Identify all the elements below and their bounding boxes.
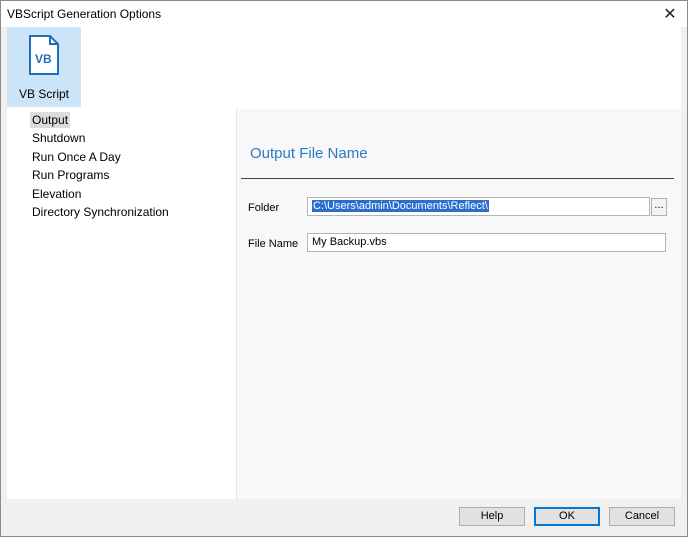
nav-item-output[interactable]: Output — [30, 112, 71, 128]
vb-script-file-icon: VB — [29, 35, 59, 75]
vb-script-button[interactable]: VB VB Script — [7, 27, 81, 107]
cancel-button[interactable]: Cancel — [609, 507, 675, 526]
nav-item-shutdown[interactable]: Shutdown — [30, 130, 87, 146]
help-button[interactable]: Help — [459, 507, 525, 526]
nav-item-elevation[interactable]: Elevation — [30, 186, 83, 202]
dialog-window: VBScript Generation Options ✕ VB VB Scri… — [0, 0, 688, 537]
nav-item-run-once-a-day[interactable]: Run Once A Day — [30, 149, 123, 165]
vb-script-label: VB Script — [18, 87, 69, 101]
toolbar: VB VB Script — [7, 27, 681, 109]
nav-item-directory-synchronization[interactable]: Directory Synchronization — [30, 204, 171, 220]
folder-value: C:\Users\admin\Documents\Reflect\ — [312, 200, 489, 212]
options-nav: Output Shutdown Run Once A Day Run Progr… — [7, 109, 237, 499]
dialog-footer: Help OK Cancel — [7, 499, 681, 535]
vb-icon-text: VB — [35, 52, 52, 66]
file-name-value: My Backup.vbs — [312, 236, 387, 248]
folder-label: Folder — [248, 202, 280, 214]
title-bar: VBScript Generation Options ✕ — [1, 1, 687, 27]
window-title: VBScript Generation Options — [7, 7, 162, 21]
folder-field[interactable]: C:\Users\admin\Documents\Reflect\ — [307, 197, 650, 216]
output-panel: Output File Name Folder C:\Users\admin\D… — [237, 109, 681, 499]
close-icon[interactable]: ✕ — [653, 1, 687, 27]
section-title: Output File Name — [250, 145, 368, 162]
file-name-label: File Name — [248, 238, 299, 250]
browse-button[interactable]: ... — [651, 198, 667, 216]
nav-item-run-programs[interactable]: Run Programs — [30, 167, 111, 183]
section-divider — [241, 178, 674, 179]
ok-button[interactable]: OK — [534, 507, 600, 526]
file-name-field[interactable]: My Backup.vbs — [307, 233, 666, 252]
